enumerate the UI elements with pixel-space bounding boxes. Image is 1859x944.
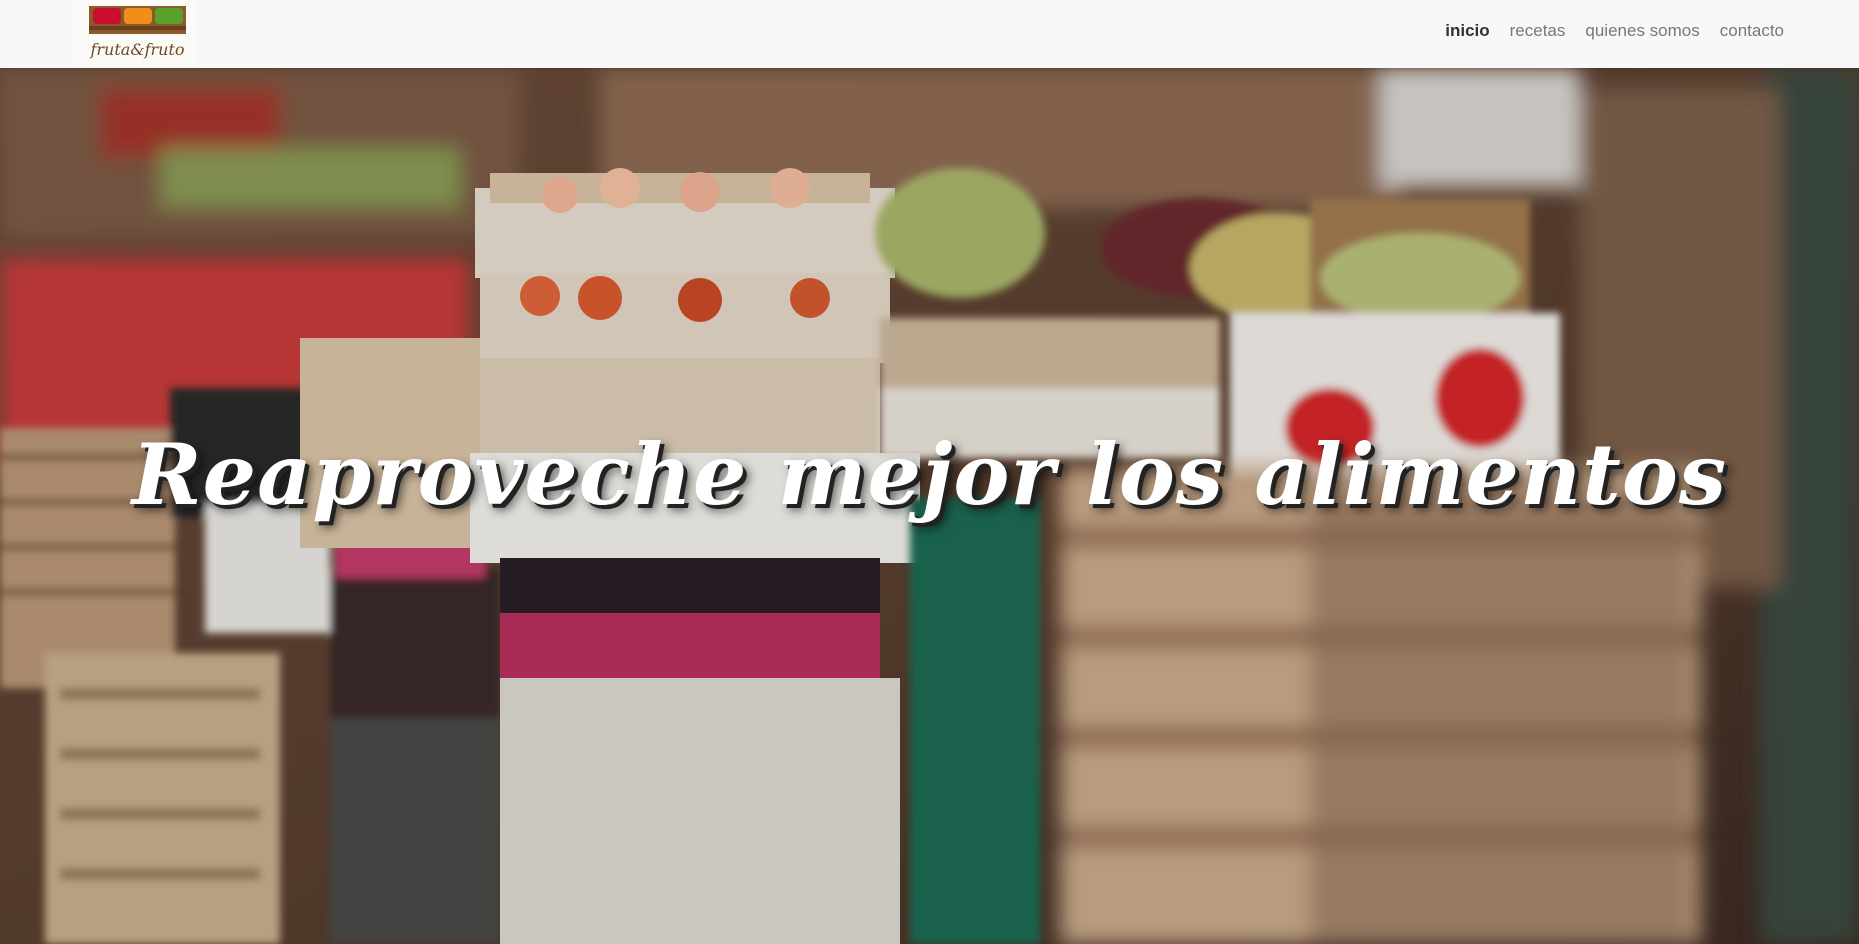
hero-section: Reaproveche mejor los alimentos [0,68,1859,944]
logo-text: fruta&fruto [90,40,185,59]
nav-item-contacto[interactable]: contacto [1720,21,1784,41]
hero-title: Reaproveche mejor los alimentos [131,425,1728,524]
nav-item-recetas[interactable]: recetas [1510,21,1566,41]
nav-menu: inicio recetas quienes somos contacto [1445,21,1784,41]
nav-item-inicio[interactable]: inicio [1445,21,1489,41]
brand-logo[interactable]: fruta&fruto [79,0,196,66]
navbar: fruta&fruto inicio recetas quienes somos… [0,0,1859,68]
nav-item-quienes-somos[interactable]: quienes somos [1585,21,1699,41]
